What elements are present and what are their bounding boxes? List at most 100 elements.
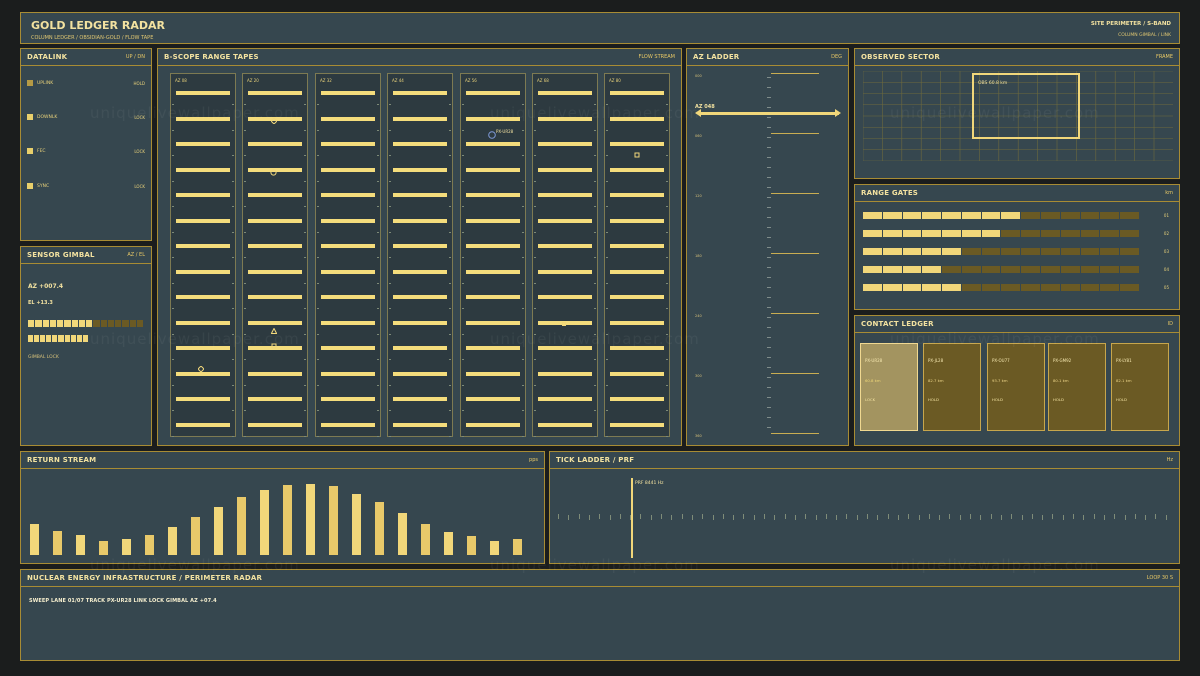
lane-edge-tick (462, 180, 464, 182)
prf-tick (805, 514, 807, 519)
range-gate-bar[interactable] (863, 284, 1139, 291)
datalink-row-sync[interactable]: SYNC LOCK (27, 182, 145, 190)
range-tape-segment (610, 422, 664, 427)
contact-card[interactable]: PX-GM92 80.1 km HOLD (1048, 343, 1106, 431)
range-gate-bar[interactable] (863, 266, 1139, 273)
contact-card[interactable]: PX-JL28 82.7 km HOLD (923, 343, 981, 431)
az-minor-tick (767, 177, 771, 178)
contact-card[interactable]: PX-LY81 82.1 km HOLD (1111, 343, 1169, 431)
prf-tick (1093, 514, 1095, 519)
lane-edge-tick (244, 384, 246, 386)
lane-edge-tick (594, 308, 596, 309)
lane-edge-tick (304, 410, 306, 411)
tracked-contact-icon[interactable] (488, 131, 496, 139)
lane-edge-tick (304, 155, 306, 156)
lane-edge-tick (462, 359, 464, 360)
lane-edge-tick (304, 333, 306, 335)
lane-edge-tick (317, 282, 319, 284)
contact-card[interactable]: PX-UR28 60.8 km LOCK (860, 343, 918, 431)
contact-square-icon[interactable] (561, 321, 567, 327)
return-bar (99, 540, 108, 555)
az-minor-tick (767, 77, 771, 78)
contact-range: 93.7 km (992, 378, 1008, 383)
returns-tag: pps (529, 457, 538, 463)
range-tape-segment (176, 320, 230, 325)
lane-edge-tick (304, 359, 306, 360)
lane-edge-tick (232, 180, 234, 182)
range-tape-segment (248, 397, 302, 401)
prf-label: PRF 8441 Hz (635, 481, 664, 486)
az-minor-tick (767, 227, 771, 228)
prf-tick (1134, 514, 1136, 519)
range-gate-bar[interactable] (863, 212, 1139, 219)
lane-edge-tick (606, 257, 608, 258)
gate-segment (863, 230, 882, 237)
range-tape-segment (176, 218, 230, 223)
range-lane-label: AZ 08 (175, 78, 187, 83)
lane-edge-tick (377, 282, 379, 284)
contact-circle-icon[interactable] (270, 169, 277, 176)
lane-edge-tick (389, 333, 391, 335)
lane-edge-tick (534, 333, 536, 335)
return-bar (513, 539, 522, 555)
lane-edge-tick (606, 180, 608, 182)
datalink-row-downlk[interactable]: DOWNLK LOCK (27, 113, 145, 121)
gate-segment (882, 266, 902, 273)
range-tape-segment (248, 142, 302, 146)
range-lane[interactable]: AZ 56 (460, 73, 526, 437)
range-lane[interactable]: AZ 20 (242, 73, 308, 437)
contact-range: 82.1 km (1116, 378, 1132, 383)
datalink-status: LOCK (134, 148, 145, 154)
contact-square-icon[interactable] (271, 343, 277, 349)
az-rung (771, 433, 819, 434)
range-tape-segment (610, 142, 664, 146)
returns-title: RETURN STREAM (27, 456, 97, 464)
lane-edge-tick (317, 129, 319, 131)
gate-segment (1041, 248, 1060, 255)
lane-edge-tick (244, 206, 246, 207)
prf-tick (568, 515, 570, 520)
az-ladder-panel: AZ LADDER DEG 000 060 120 180 240 300 360 AZ 0… (686, 48, 849, 446)
range-gate-bar[interactable] (863, 230, 1139, 237)
az-minor-tick (767, 87, 771, 88)
footer-tag: LOOP 30 S (1146, 575, 1173, 581)
datalink-row-fec[interactable]: FEC LOCK (27, 147, 145, 155)
contact-id: PX-JL28 (928, 358, 944, 363)
lane-edge-tick (449, 384, 451, 386)
lane-edge-tick (666, 333, 668, 335)
lane-edge-tick (534, 435, 536, 437)
contact-card[interactable]: PX-OU77 93.7 km HOLD (987, 343, 1045, 431)
lane-edge-tick (449, 257, 451, 258)
az-rung (771, 373, 819, 374)
lane-edge-tick (462, 410, 464, 411)
az-marker-left-arrow-icon (695, 109, 701, 117)
lane-edge-tick (606, 359, 608, 360)
prf-tick (1155, 514, 1157, 519)
range-lane[interactable]: AZ 80 (604, 73, 670, 437)
range-lane[interactable]: AZ 08 (170, 73, 236, 437)
az-minor-tick (767, 97, 771, 98)
range-lane[interactable]: AZ 44 (387, 73, 453, 437)
range-lane[interactable]: AZ 68 (532, 73, 598, 437)
gate-segment (1001, 284, 1021, 291)
datalink-row-uplink[interactable]: UPLINK HOLD (27, 79, 145, 87)
range-lane[interactable]: AZ 32 (315, 73, 381, 437)
prf-cursor[interactable] (631, 478, 633, 558)
contact-diamond-icon[interactable] (271, 118, 277, 124)
contact-square-icon[interactable] (634, 152, 640, 158)
prf-tick (588, 515, 590, 520)
lane-edge-tick (594, 282, 596, 284)
prf-tick (939, 515, 941, 520)
observed-frame[interactable]: OBS 60.8 km (972, 73, 1080, 139)
az-marker-line[interactable] (699, 112, 839, 115)
lane-edge-tick (449, 231, 451, 233)
gate-segment (1060, 230, 1080, 237)
lane-edge-tick (666, 282, 668, 284)
range-tape-segment (248, 422, 302, 427)
lane-edge-tick (594, 435, 596, 437)
contact-diamond-icon[interactable] (198, 366, 204, 372)
az-minor-tick (767, 267, 771, 268)
az-minor-tick (767, 287, 771, 288)
contact-triangle-icon[interactable] (271, 328, 277, 334)
range-gate-bar[interactable] (863, 248, 1139, 255)
